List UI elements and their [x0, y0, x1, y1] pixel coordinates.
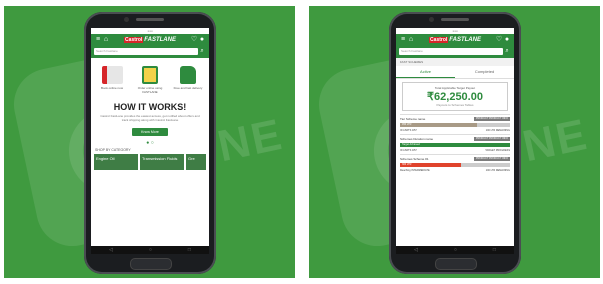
app-bar: ≡ ⌂ Castrol FASTLANE ♡ ● [396, 34, 514, 46]
recents-icon[interactable]: □ [188, 247, 191, 253]
right-panel: NE ▪ ▪ ▪ ≡ ⌂ Castrol FASTLANE ♡ ● Search … [309, 6, 600, 278]
home-icon[interactable]: ⌂ [407, 34, 415, 46]
category-tile[interactable]: Gre [186, 154, 206, 170]
scheme-card: Schemes Scheme #1 PRODUCT PRODUCT INFO 30… [400, 154, 510, 172]
heart-icon[interactable]: ♡ [495, 34, 503, 46]
background-wordmark: NE [213, 109, 288, 172]
home-key-icon[interactable]: ○ [454, 247, 457, 253]
search-icon[interactable]: ⌕ [198, 48, 206, 55]
target-note: Payouts to Schemes Tables [436, 103, 474, 107]
phone-order-icon [142, 66, 158, 84]
delivery-truck-icon [180, 66, 196, 84]
marketing-composite: NE ▪ ▪ ▪ ≡ ⌂ Castrol FASTLANE ♡ ● Search … [0, 0, 603, 284]
product-info-button[interactable]: PRODUCT PRODUCT INFO [474, 117, 510, 121]
menu-icon[interactable]: ≡ [94, 34, 102, 46]
back-icon[interactable]: ◁ [414, 247, 418, 253]
phone-screen: ▪ ▪ ▪ ≡ ⌂ Castrol FASTLANE ♡ ● Search Fas… [396, 28, 514, 254]
scheme-name: Schemes Duration name [400, 137, 434, 141]
background-wordmark: NE [518, 109, 593, 172]
progress-bar: 300 LTR [400, 163, 510, 167]
step-item: Book online now [96, 66, 128, 94]
scheme-tabs: Active Completed [396, 66, 514, 79]
android-nav-bar: ◁ ○ □ [91, 246, 209, 254]
category-tile[interactable]: Engine Oil [94, 154, 138, 170]
section-heading: FAST SCHEMES [396, 58, 514, 66]
scheme-name: Schemes Scheme #1 [400, 157, 429, 161]
target-value: ₹62,250.00 [427, 91, 483, 103]
tab-completed[interactable]: Completed [455, 66, 514, 78]
scheme-name: Tier Scheme name [400, 117, 426, 121]
home-button[interactable] [435, 258, 477, 270]
brand-logo: Castrol FASTLANE [124, 37, 176, 43]
app-bar: ≡ ⌂ Castrol FASTLANE ♡ ● [91, 34, 209, 46]
description: Castrol FastLane provides the easiest ac… [100, 114, 200, 122]
step-item: Order online using FASTLANE [134, 66, 166, 94]
product-info-button[interactable]: PRODUCT PRODUCT INFO [474, 137, 510, 141]
phone-screen: ▪ ▪ ▪ ≡ ⌂ Castrol FASTLANE ♡ ● Search Fas… [91, 28, 209, 254]
search-input[interactable]: Search Fastlane [399, 47, 503, 55]
how-it-works-steps: Book online now Order online using FASTL… [91, 58, 209, 96]
tab-active[interactable]: Active [396, 66, 455, 78]
progress-fill [400, 123, 477, 127]
phone-frame: ▪ ▪ ▪ ≡ ⌂ Castrol FASTLANE ♡ ● Search Fas… [84, 12, 216, 274]
brand-logo: Castrol FASTLANE [429, 37, 481, 43]
scheme-card: Schemes Duration name PRODUCT PRODUCT INF… [400, 134, 510, 152]
cart-icon[interactable]: ● [198, 34, 206, 46]
phone-frame: ▪ ▪ ▪ ≡ ⌂ Castrol FASTLANE ♡ ● Search Fas… [389, 12, 521, 274]
progress-bar: Target Achieved [400, 143, 510, 147]
home-icon[interactable]: ⌂ [102, 34, 110, 46]
shop-by-category-heading: SHOP BY CATEGORY [95, 148, 131, 152]
menu-icon[interactable]: ≡ [399, 34, 407, 46]
back-icon[interactable]: ◁ [109, 247, 113, 253]
home-key-icon[interactable]: ○ [149, 247, 152, 253]
scheme-card: Tier Scheme name PRODUCT PRODUCT INFO 450… [400, 114, 510, 132]
product-info-button[interactable]: PRODUCT PRODUCT INFO [474, 157, 510, 161]
search-row: Search Fastlane ⌕ [91, 46, 209, 58]
step-item: Free and fast delivery [172, 66, 204, 94]
book-icon [101, 66, 123, 84]
search-row: Search Fastlane ⌕ [396, 46, 514, 58]
headline: HOW IT WORKS! [113, 102, 187, 112]
know-more-button[interactable]: Know More [132, 128, 168, 136]
search-icon[interactable]: ⌕ [503, 48, 511, 55]
progress-bar: 450 LTR [400, 123, 510, 127]
search-input[interactable]: Search Fastlane [94, 47, 198, 55]
target-payout-card: Total Applicable Target Payout ₹62,250.0… [402, 82, 508, 111]
recents-icon[interactable]: □ [493, 247, 496, 253]
category-tile[interactable]: Transmission Fluids [140, 154, 184, 170]
home-button[interactable] [130, 258, 172, 270]
left-panel: NE ▪ ▪ ▪ ≡ ⌂ Castrol FASTLANE ♡ ● Search … [4, 6, 295, 278]
category-list: Engine Oil Transmission Fluids Gre [91, 154, 209, 170]
android-nav-bar: ◁ ○ □ [396, 246, 514, 254]
cart-icon[interactable]: ● [503, 34, 511, 46]
heart-icon[interactable]: ♡ [190, 34, 198, 46]
